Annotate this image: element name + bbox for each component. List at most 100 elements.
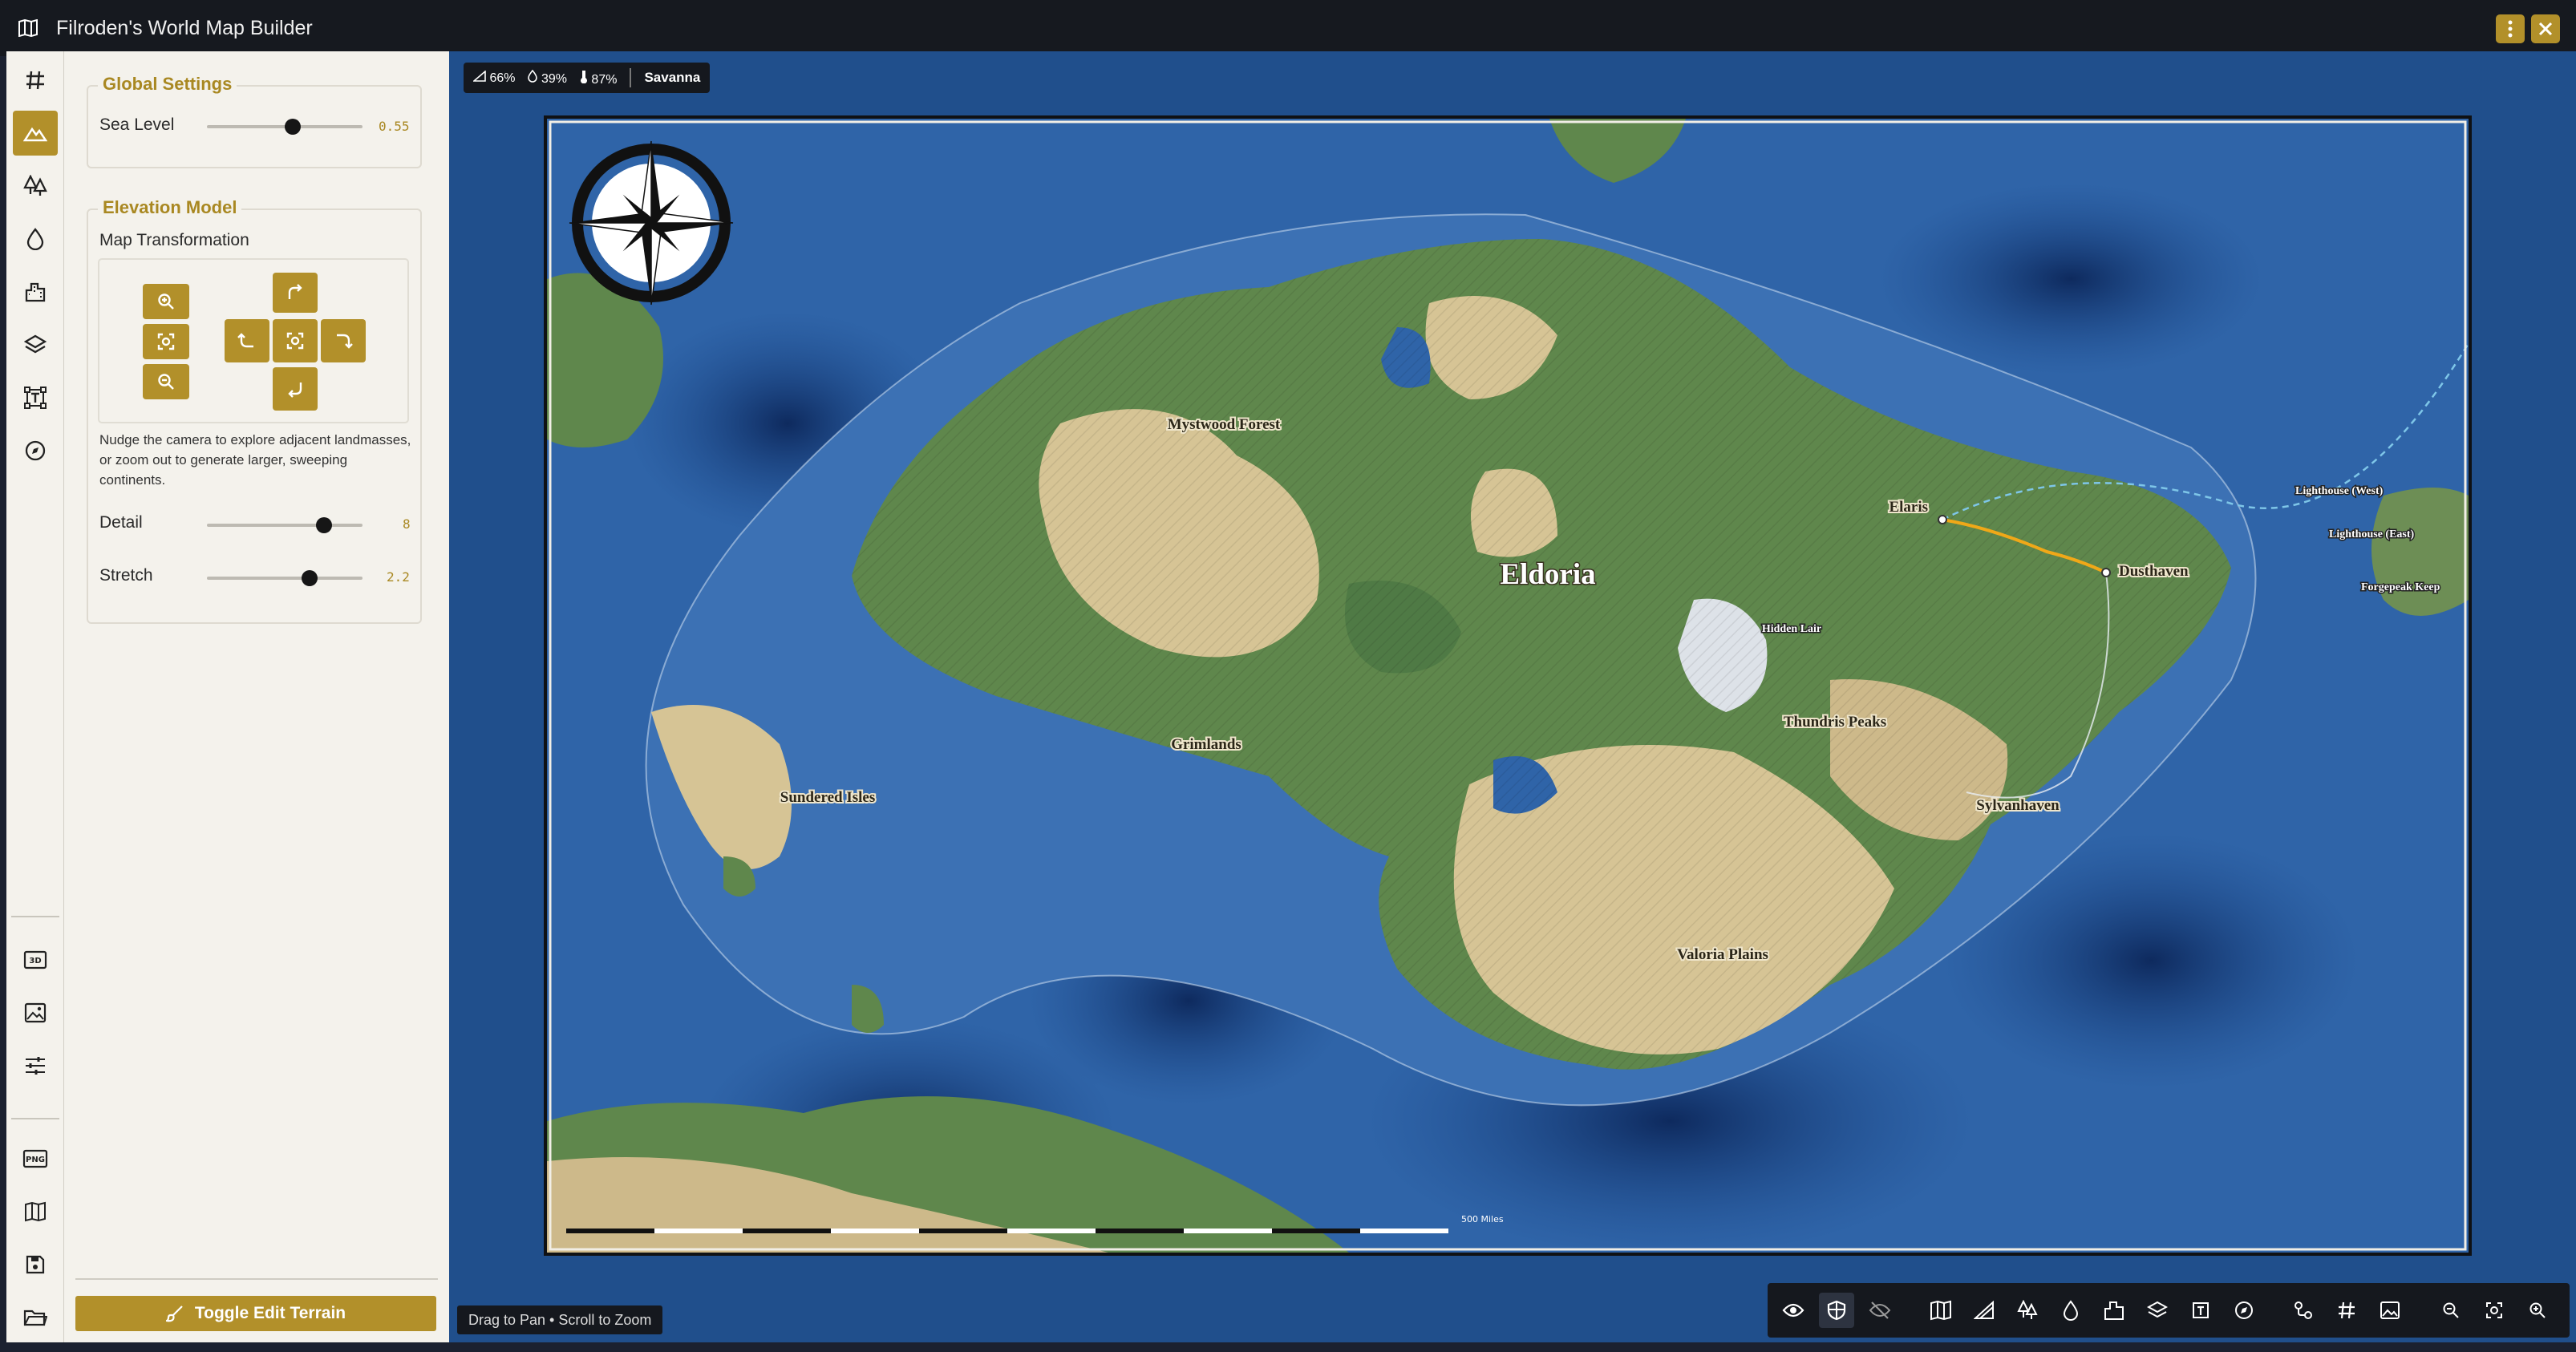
detail-slider[interactable]	[207, 517, 363, 533]
toggle-borders-button[interactable]	[1819, 1293, 1854, 1328]
kebab-icon	[2508, 20, 2513, 38]
map-canvas[interactable]: Mystwood Forest Eldoria Grimlands Sunder…	[544, 115, 2472, 1256]
toolbar-layers-button[interactable]	[2140, 1293, 2175, 1328]
sea-level-label: Sea Level	[99, 115, 175, 134]
toolbar-routes-button[interactable]	[2286, 1293, 2321, 1328]
detail-label: Detail	[99, 513, 143, 532]
sea-level-thumb[interactable]	[284, 119, 301, 135]
hide-overlays-button[interactable]	[1862, 1293, 1898, 1328]
dusthaven-marker[interactable]	[2101, 568, 2111, 577]
rail-divider	[11, 916, 59, 917]
image-icon	[2380, 1301, 2400, 1319]
stretch-value: 2.2	[387, 569, 410, 585]
zoom-out-icon	[2443, 1302, 2459, 1318]
toggle-edit-terrain-button[interactable]: Toggle Edit Terrain	[75, 1296, 436, 1331]
city-icon	[25, 282, 46, 302]
toolbar-map-button[interactable]	[1923, 1293, 1958, 1328]
route-icon	[2295, 1301, 2312, 1319]
arrow-right-icon	[337, 334, 353, 349]
save-icon	[26, 1255, 45, 1274]
terrain-slope-icon	[1974, 1301, 1994, 1319]
rail-layers[interactable]	[13, 322, 58, 367]
city-icon	[2104, 1301, 2124, 1320]
world-map[interactable]: Mystwood Forest Eldoria Grimlands Sunder…	[547, 119, 2469, 1253]
mountain-icon	[23, 127, 47, 142]
moisture-readout: 39%	[528, 69, 567, 87]
rail-grid[interactable]	[13, 58, 58, 103]
rail-adjustments[interactable]	[13, 1043, 58, 1088]
map-label-eldoria: Eldoria	[1500, 558, 1595, 591]
rail-compass[interactable]	[13, 428, 58, 473]
map-label-lighthouse-east: Lighthouse (East)	[2329, 528, 2415, 540]
rail-export-png[interactable]: PNG	[13, 1136, 58, 1181]
toolbar-settlements-button[interactable]	[2096, 1293, 2132, 1328]
eye-off-icon	[1869, 1301, 1891, 1319]
zoom-in-icon	[158, 293, 174, 310]
detail-thumb[interactable]	[315, 517, 332, 533]
pan-west-button[interactable]	[225, 319, 269, 362]
slope-icon	[472, 69, 486, 82]
rail-3d-view[interactable]: 3D	[13, 937, 58, 982]
folder-icon	[23, 1309, 47, 1326]
focus-icon	[286, 332, 304, 350]
toolbar-zoom-in-button[interactable]	[2520, 1293, 2555, 1328]
eye-icon	[1782, 1303, 1804, 1318]
pan-north-button[interactable]	[273, 273, 318, 313]
rail-open[interactable]	[13, 1295, 58, 1340]
toolbar-compass-button[interactable]	[2226, 1293, 2262, 1328]
sea-level-slider[interactable]	[207, 119, 363, 135]
rail-image[interactable]	[13, 990, 58, 1035]
biome-readout: Savanna	[644, 70, 701, 85]
map-transformation-label: Map Transformation	[99, 231, 249, 249]
toolbar-water-button[interactable]	[2053, 1293, 2088, 1328]
toolbar-zoom-out-button[interactable]	[2433, 1293, 2469, 1328]
brush-icon	[165, 1305, 183, 1322]
map-label-grimlands: Grimlands	[1171, 736, 1241, 753]
toolbar-labels-button[interactable]	[2183, 1293, 2218, 1328]
close-button[interactable]	[2531, 14, 2560, 43]
toolbar-image-button[interactable]	[2372, 1293, 2408, 1328]
landmass-east	[2371, 488, 2469, 616]
rail-map[interactable]	[13, 1189, 58, 1234]
map-label-thundris: Thundris Peaks	[1784, 714, 1886, 731]
tool-rail: 3D PNG	[6, 51, 64, 1342]
stretch-label: Stretch	[99, 566, 153, 585]
rail-settlements[interactable]	[13, 269, 58, 314]
grid-icon	[2339, 1301, 2355, 1319]
map-viewport[interactable]: 66% 39% 87% Savanna Mystwood Forest Eldo…	[449, 51, 2576, 1342]
rail-terrain[interactable]	[13, 111, 58, 156]
rail-save[interactable]	[13, 1242, 58, 1287]
more-menu-button[interactable]	[2496, 14, 2525, 43]
toolbar-vegetation-button[interactable]	[2010, 1293, 2045, 1328]
toolbar-grid-button[interactable]	[2329, 1293, 2364, 1328]
map-icon	[1930, 1300, 1951, 1321]
toggle-visibility-button[interactable]	[1776, 1293, 1811, 1328]
center-view-button[interactable]	[273, 319, 318, 362]
scale-bar-label: 500 Miles	[1461, 1214, 1504, 1224]
map-label-lighthouse-west: Lighthouse (West)	[2295, 485, 2384, 497]
app-title: Filroden's World Map Builder	[56, 16, 313, 39]
zoom-out-button[interactable]	[143, 364, 189, 399]
pan-south-button[interactable]	[273, 367, 318, 411]
pan-east-button[interactable]	[321, 319, 366, 362]
grid-icon	[26, 71, 44, 90]
toolbar-slope-button[interactable]	[1966, 1293, 2002, 1328]
text-frame-icon	[2193, 1302, 2209, 1318]
rail-labels[interactable]	[13, 375, 58, 420]
compass-icon	[2235, 1301, 2253, 1319]
thermometer-icon	[580, 70, 587, 83]
stretch-thumb[interactable]	[302, 570, 318, 586]
rail-vegetation[interactable]	[13, 164, 58, 208]
rail-water[interactable]	[13, 217, 58, 261]
map-label-dusthaven: Dusthaven	[2119, 563, 2189, 580]
cursor-info-bar: 66% 39% 87% Savanna	[464, 63, 711, 93]
stretch-slider[interactable]	[207, 570, 363, 586]
water-drop-icon	[26, 228, 44, 250]
elaris-marker[interactable]	[1938, 515, 1947, 524]
zoom-in-icon	[2529, 1302, 2546, 1318]
reset-view-button[interactable]	[143, 324, 189, 359]
water-drop-icon	[528, 69, 538, 83]
map-label-valoria: Valoria Plains	[1677, 946, 1768, 963]
toolbar-zoom-fit-button[interactable]	[2477, 1293, 2512, 1328]
zoom-in-button[interactable]	[143, 284, 189, 319]
